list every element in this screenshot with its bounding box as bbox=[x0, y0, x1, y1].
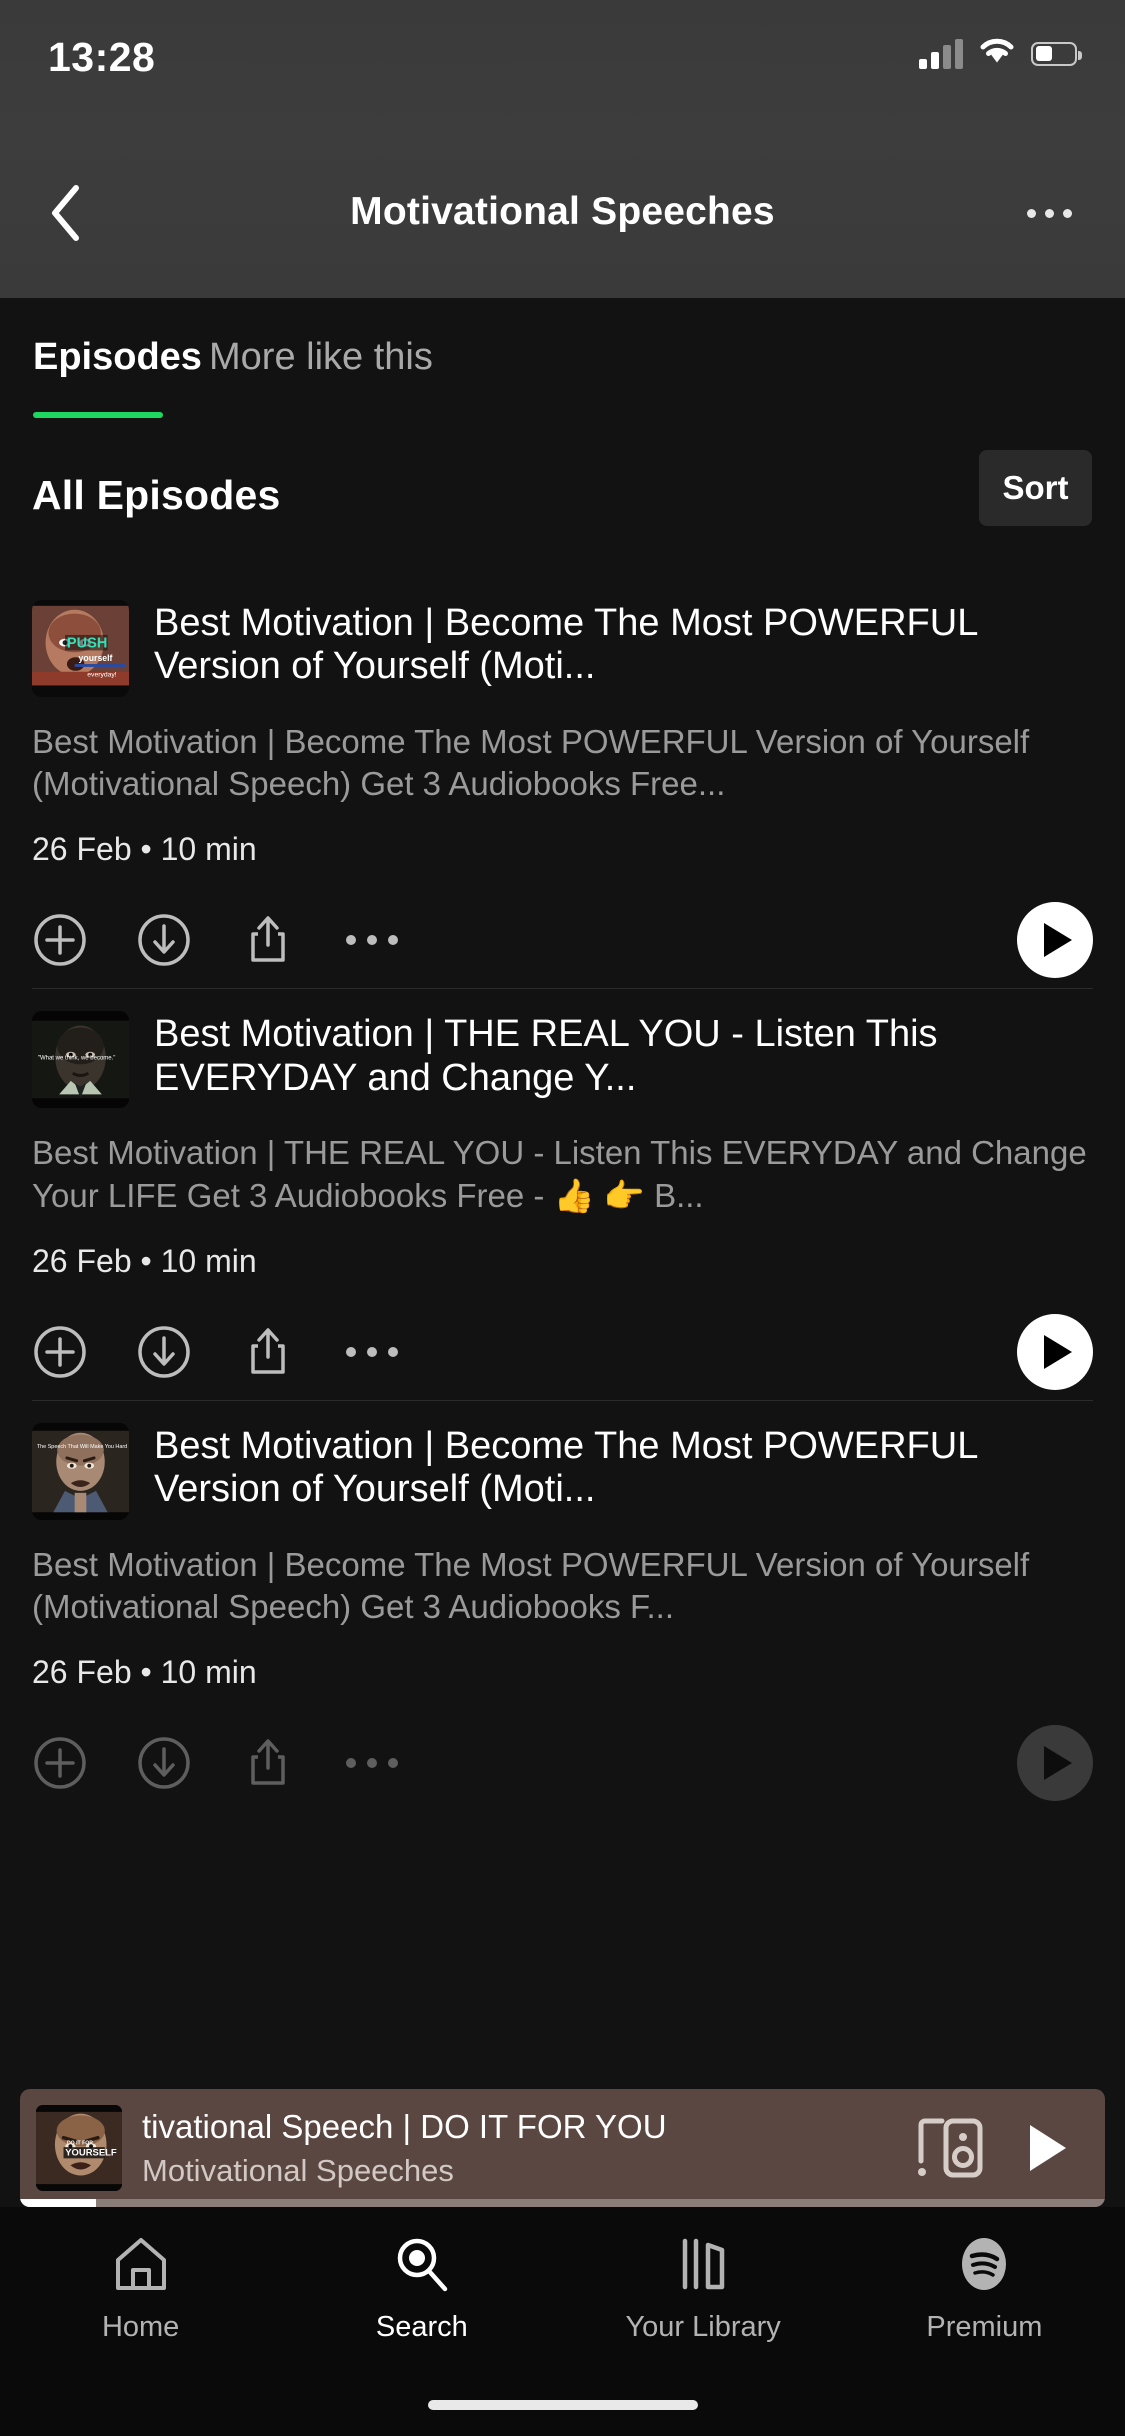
share-icon[interactable] bbox=[240, 1735, 296, 1791]
svg-text:YOURSELF: YOURSELF bbox=[65, 2148, 117, 2159]
section-header: All Episodes Sort bbox=[0, 428, 1125, 578]
episode-title: Best Motivation | Become The Most POWERF… bbox=[154, 602, 977, 688]
app-screen: 13:28 Motivational Speeches Episodes Mor… bbox=[0, 0, 1125, 2436]
more-horizontal-icon bbox=[388, 1758, 398, 1769]
play-icon bbox=[1043, 1746, 1072, 1781]
episode-actions bbox=[32, 1304, 1093, 1400]
nav-label-search: Search bbox=[375, 2311, 468, 2343]
episode-play-button[interactable] bbox=[1017, 902, 1093, 979]
episode-actions bbox=[32, 892, 1093, 988]
plus-circle-icon[interactable] bbox=[32, 1735, 88, 1791]
episode-meta: 26 Feb • 10 min bbox=[32, 1242, 257, 1279]
episode-more-button[interactable] bbox=[344, 1735, 400, 1791]
home-indicator bbox=[427, 2400, 698, 2410]
library-icon bbox=[672, 2233, 734, 2295]
battery-icon bbox=[1031, 41, 1082, 66]
share-icon[interactable] bbox=[240, 912, 296, 968]
nav-label-home: Home bbox=[101, 2311, 180, 2343]
search-icon bbox=[391, 2233, 453, 2295]
episode-header: "What we think, we become." Best Motivat… bbox=[32, 989, 1093, 1109]
episode-thumbnail: "What we think, we become." bbox=[32, 1011, 129, 1109]
more-horizontal-icon bbox=[346, 935, 356, 946]
plus-circle-icon[interactable] bbox=[32, 912, 88, 968]
svg-text:yourself: yourself bbox=[79, 653, 113, 663]
cellular-signal-icon bbox=[919, 38, 963, 69]
episode-item[interactable]: PUSH yourself everyday! Best Motivation … bbox=[0, 578, 1125, 988]
more-horizontal-icon bbox=[1062, 208, 1072, 218]
more-horizontal-icon bbox=[388, 1346, 398, 1357]
download-circle-icon[interactable] bbox=[136, 1324, 192, 1380]
download-circle-icon[interactable] bbox=[136, 912, 192, 968]
more-horizontal-icon bbox=[346, 1346, 356, 1357]
now-playing-bar[interactable]: DO IT FOR YOURSELF tivational Speech | D… bbox=[20, 2089, 1105, 2207]
nav-label-premium: Premium bbox=[926, 2311, 1043, 2343]
navigation-header: Motivational Speeches bbox=[0, 140, 1125, 298]
more-horizontal-icon bbox=[1044, 208, 1054, 218]
episode-thumbnail: PUSH yourself everyday! bbox=[32, 600, 129, 697]
episode-meta: 26 Feb • 10 min bbox=[32, 831, 257, 868]
svg-text:"What we think, we become.": "What we think, we become." bbox=[38, 1056, 116, 1062]
episode-item[interactable]: "What we think, we become." Best Motivat… bbox=[0, 989, 1125, 1399]
episode-play-button[interactable] bbox=[1017, 1725, 1093, 1802]
svg-text:everyday!: everyday! bbox=[87, 672, 117, 679]
now-playing-progress-bar[interactable] bbox=[20, 2199, 1105, 2207]
sort-button[interactable]: Sort bbox=[979, 450, 1092, 526]
now-playing-text: tivational Speech | DO IT FOR YOU Motiva… bbox=[142, 2108, 915, 2189]
tab-episodes[interactable]: Episodes bbox=[33, 336, 202, 379]
episode-header: PUSH yourself everyday! Best Motivation … bbox=[32, 578, 1093, 697]
svg-text:DO IT FOR: DO IT FOR bbox=[67, 2141, 93, 2147]
svg-text:The Speech That Will Make You: The Speech That Will Make You Hard bbox=[37, 1444, 127, 1450]
svg-text:PUSH: PUSH bbox=[67, 636, 107, 652]
episode-title: Best Motivation | THE REAL YOU - Listen … bbox=[154, 1013, 938, 1099]
more-horizontal-icon bbox=[1026, 208, 1036, 218]
more-horizontal-icon bbox=[367, 935, 377, 946]
download-circle-icon[interactable] bbox=[136, 1735, 192, 1791]
now-playing-subtitle: Motivational Speeches bbox=[142, 2152, 454, 2188]
play-icon bbox=[1030, 2125, 1066, 2171]
episode-more-button[interactable] bbox=[344, 912, 400, 968]
status-bar-indicators bbox=[919, 36, 1082, 71]
status-bar-time: 13:28 bbox=[48, 34, 156, 80]
nav-item-home[interactable]: Home bbox=[0, 2233, 281, 2436]
episode-item[interactable]: The Speech That Will Make You Hard Best … bbox=[0, 1401, 1125, 1811]
top-bar: 13:28 Motivational Speeches bbox=[0, 0, 1125, 298]
tab-bar: Episodes More like this bbox=[0, 298, 1125, 428]
more-horizontal-icon bbox=[388, 935, 398, 946]
play-icon bbox=[1043, 1334, 1072, 1369]
episode-description: Best Motivation | THE REAL YOU - Listen … bbox=[32, 1134, 1087, 1214]
section-title: All Episodes bbox=[32, 472, 281, 518]
episode-play-button[interactable] bbox=[1017, 1313, 1093, 1390]
connect-to-device-icon[interactable] bbox=[915, 2115, 989, 2181]
more-horizontal-icon bbox=[367, 1346, 377, 1357]
play-icon bbox=[1043, 923, 1072, 958]
episode-title: Best Motivation | Become The Most POWERF… bbox=[154, 1424, 977, 1511]
episode-description: Best Motivation | Become The Most POWERF… bbox=[32, 723, 1030, 803]
active-tab-indicator bbox=[33, 412, 163, 418]
nav-label-your-library: Your Library bbox=[625, 2311, 781, 2343]
episode-more-button[interactable] bbox=[344, 1324, 400, 1380]
home-icon bbox=[110, 2233, 172, 2295]
nav-item-premium[interactable]: Premium bbox=[844, 2233, 1125, 2436]
more-horizontal-icon bbox=[367, 1758, 377, 1769]
wifi-icon bbox=[978, 36, 1016, 71]
episode-thumbnail: The Speech That Will Make You Hard bbox=[32, 1422, 129, 1520]
bottom-navigation: Home Search Your Library Premium bbox=[0, 2207, 1125, 2436]
page-title: Motivational Speeches bbox=[350, 190, 775, 233]
episode-description: Best Motivation | Become The Most POWERF… bbox=[32, 1545, 1030, 1626]
spotify-logo-icon bbox=[953, 2233, 1015, 2295]
now-playing-title: tivational Speech | DO IT FOR YOU bbox=[142, 2107, 667, 2145]
now-playing-thumbnail: DO IT FOR YOURSELF bbox=[36, 2105, 122, 2191]
share-icon[interactable] bbox=[240, 1324, 296, 1380]
now-playing-play-button[interactable] bbox=[1015, 2115, 1081, 2181]
tab-more-like-this[interactable]: More like this bbox=[209, 336, 433, 379]
episode-actions bbox=[32, 1715, 1093, 1811]
more-horizontal-icon bbox=[346, 1758, 356, 1769]
status-bar: 13:28 bbox=[0, 0, 1125, 140]
plus-circle-icon[interactable] bbox=[32, 1324, 88, 1380]
episode-meta: 26 Feb • 10 min bbox=[32, 1654, 257, 1691]
episode-header: The Speech That Will Make You Hard Best … bbox=[32, 1401, 1093, 1520]
header-more-button[interactable] bbox=[1013, 182, 1085, 244]
